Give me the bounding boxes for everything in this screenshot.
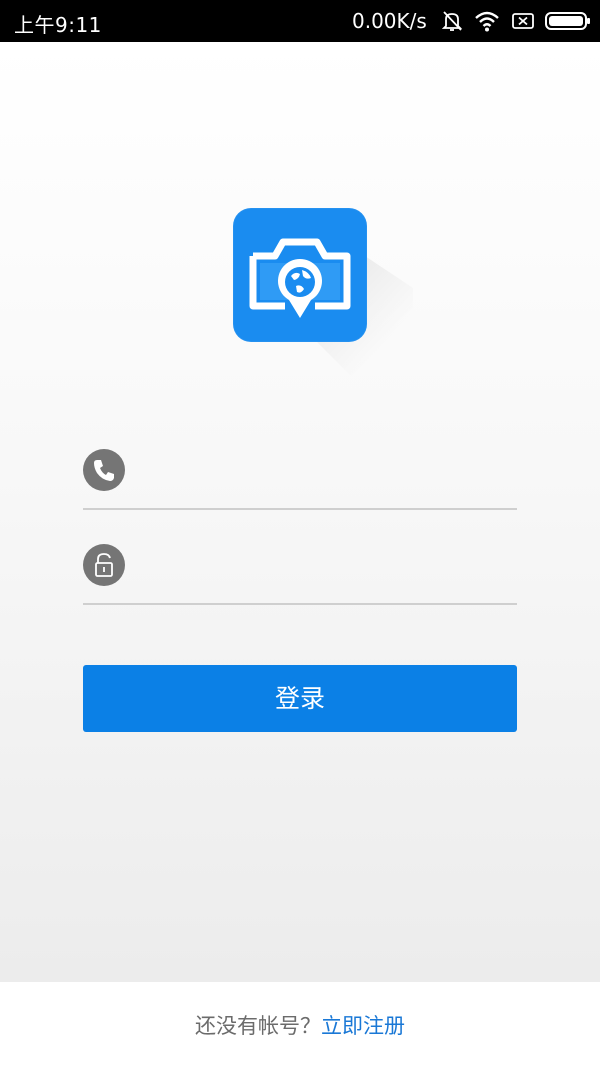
mute-icon [441, 11, 463, 31]
status-time: 上午9:11 [14, 13, 102, 37]
no-account-text: 还没有帐号？ [195, 1014, 321, 1038]
lock-icon [83, 544, 125, 586]
wifi-icon [475, 11, 499, 32]
phone-icon [83, 449, 125, 491]
status-bar: 上午9:11 0.00K/s [0, 0, 600, 42]
network-speed: 0.00K/s [352, 9, 427, 33]
logo-tile [233, 208, 367, 342]
battery-icon [545, 12, 590, 30]
phone-input[interactable] [143, 448, 507, 494]
password-underline [83, 603, 517, 605]
password-input[interactable] [143, 543, 507, 589]
login-main: 登录 [0, 42, 600, 982]
register-link[interactable]: 立即注册 [321, 1014, 405, 1038]
login-button[interactable]: 登录 [83, 665, 517, 732]
phone-underline [83, 508, 517, 510]
phone-field [83, 440, 517, 510]
password-field [83, 535, 517, 605]
app-logo [233, 208, 443, 428]
sim-icon [512, 13, 534, 29]
camera-globe-icon [249, 238, 351, 318]
register-footer: 还没有帐号？立即注册 [0, 982, 600, 1067]
